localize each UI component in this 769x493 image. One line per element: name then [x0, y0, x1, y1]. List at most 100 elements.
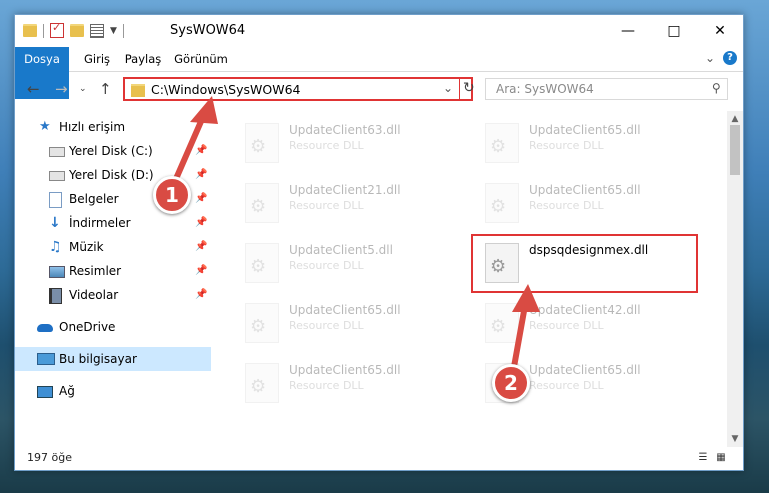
file-name: UpdateClient65.dll — [289, 363, 401, 377]
address-path: C:\Windows\SysWOW64 — [151, 82, 301, 97]
large-icons-view-icon[interactable]: ▦ — [715, 452, 727, 464]
gear-icon: ⚙ — [250, 316, 267, 337]
file-name: UpdateClient5.dll — [289, 243, 393, 257]
address-bar-row: ← → ⌄ ↑ C:\Windows\SysWOW64 ⌄ ↻ Ara: Sys… — [15, 72, 743, 108]
file-name: UpdateClient65.dll — [289, 303, 401, 317]
nav-onedrive[interactable]: OneDrive — [15, 315, 211, 339]
dll-file-icon: ⚙ — [485, 123, 519, 163]
list-item[interactable]: ⚙ UpdateClient65.dll Resource DLL — [477, 179, 717, 231]
pin-icon[interactable]: 📌 — [195, 139, 207, 163]
pin-icon[interactable]: 📌 — [195, 211, 207, 235]
tab-home[interactable]: Giriş — [77, 47, 117, 71]
ribbon-tabs: Dosya Giriş Paylaş Görünüm ⌄ ? — [15, 47, 743, 99]
dll-file-icon: ⚙ — [245, 363, 279, 403]
up-arrow-icon[interactable]: ↑ — [99, 80, 112, 98]
address-field[interactable]: C:\Windows\SysWOW64 ⌄ ↻ — [123, 77, 475, 101]
folder-icon — [131, 84, 145, 97]
list-item[interactable]: ⚙ UpdateClient21.dll Resource DLL — [237, 179, 477, 231]
gear-icon: ⚙ — [250, 196, 267, 217]
divider — [459, 79, 460, 99]
search-input[interactable]: Ara: SysWOW64 ⚲ — [485, 78, 728, 100]
maximize-button[interactable]: □ — [651, 15, 697, 47]
pin-icon[interactable]: 📌 — [195, 259, 207, 283]
close-button[interactable]: ✕ — [697, 15, 743, 47]
network-icon — [37, 386, 53, 398]
expand-ribbon-icon[interactable]: ⌄ — [705, 51, 715, 65]
list-item[interactable]: ⚙ UpdateClient63.dll Resource DLL — [237, 119, 477, 171]
list-item[interactable]: ⚙ UpdateClient65.dll Resource DLL — [477, 119, 717, 171]
file-type: Resource DLL — [529, 139, 604, 152]
pin-icon[interactable]: 📌 — [195, 187, 207, 211]
file-type: Resource DLL — [289, 319, 364, 332]
window-title: SysWOW64 — [170, 23, 246, 38]
folder-icon — [23, 24, 37, 37]
nav-pictures[interactable]: Resimler 📌 — [15, 259, 211, 283]
nav-videos[interactable]: Videolar 📌 — [15, 283, 211, 307]
nav-quick-access[interactable]: ★ Hızlı erişim — [15, 115, 211, 139]
details-view-icon[interactable]: ☰ — [697, 452, 709, 464]
nav-label: Belgeler — [69, 192, 119, 206]
list-item[interactable]: ⚙ UpdateClient5.dll Resource DLL — [237, 239, 477, 291]
nav-music[interactable]: ♫ Müzik 📌 — [15, 235, 211, 259]
nav-network[interactable]: Ağ — [15, 379, 211, 403]
explorer-window: ▼ SysWOW64 — □ ✕ Dosya Giriş Paylaş Görü… — [14, 14, 744, 471]
title-bar: ▼ SysWOW64 — □ ✕ — [15, 15, 743, 47]
nav-label: OneDrive — [59, 320, 116, 334]
customize-dropdown-icon[interactable]: ▼ — [110, 26, 117, 36]
back-arrow-icon[interactable]: ← — [27, 80, 40, 98]
quick-access-toolbar: ▼ — [23, 21, 124, 38]
gear-icon: ⚙ — [250, 256, 267, 277]
vertical-scrollbar[interactable]: ▲ ▼ — [727, 111, 743, 447]
tab-view[interactable]: Görünüm — [171, 47, 231, 71]
tab-share[interactable]: Paylaş — [119, 47, 167, 71]
chevron-down-icon[interactable]: ⌄ — [443, 81, 453, 95]
properties-check-icon[interactable] — [50, 21, 64, 38]
gear-icon: ⚙ — [490, 196, 507, 217]
list-item[interactable]: ⚙ UpdateClient42.dll Resource DLL — [477, 299, 717, 351]
dll-file-icon: ⚙ — [485, 303, 519, 343]
pin-icon[interactable]: 📌 — [195, 235, 207, 259]
pin-icon[interactable]: 📌 — [195, 163, 207, 187]
dll-file-icon: ⚙ — [245, 243, 279, 283]
list-item[interactable]: ⚙ UpdateClient65.dll Resource DLL — [237, 299, 477, 351]
dll-file-icon: ⚙ — [245, 303, 279, 343]
minimize-button[interactable]: — — [605, 15, 651, 47]
forward-arrow-icon[interactable]: → — [55, 80, 68, 98]
file-type: Resource DLL — [289, 379, 364, 392]
file-type: Resource DLL — [529, 199, 604, 212]
download-icon: ↓ — [49, 215, 61, 231]
navigation-pane: ★ Hızlı erişim Yerel Disk (C:) 📌 Yerel D… — [15, 111, 211, 447]
drive-icon — [49, 171, 65, 181]
recent-locations-icon[interactable]: ⌄ — [79, 84, 87, 94]
gear-icon: ⚙ — [490, 136, 507, 157]
divider — [43, 23, 44, 38]
item-count: 197 öğe — [27, 451, 72, 464]
scrollbar-thumb[interactable] — [730, 125, 740, 175]
search-placeholder: Ara: SysWOW64 — [496, 82, 594, 96]
file-name: UpdateClient21.dll — [289, 183, 401, 197]
cloud-icon — [37, 324, 53, 332]
file-type: Resource DLL — [289, 199, 364, 212]
new-folder-icon[interactable] — [70, 24, 84, 37]
nav-label: İndirmeler — [69, 216, 131, 230]
music-icon: ♫ — [49, 239, 62, 255]
list-item[interactable]: ⚙ UpdateClient65.dll Resource DLL — [237, 359, 477, 411]
gear-icon: ⚙ — [250, 136, 267, 157]
nav-label: Yerel Disk (D:) — [69, 168, 154, 182]
dll-file-icon: ⚙ — [245, 183, 279, 223]
help-icon[interactable]: ? — [723, 51, 737, 65]
file-name: UpdateClient65.dll — [529, 183, 641, 197]
nav-drive-c[interactable]: Yerel Disk (C:) 📌 — [15, 139, 211, 163]
properties-icon[interactable] — [90, 23, 104, 38]
dll-file-icon: ⚙ — [485, 183, 519, 223]
nav-this-pc[interactable]: Bu bilgisayar — [15, 347, 211, 371]
file-name: UpdateClient65.dll — [529, 123, 641, 137]
scroll-down-icon[interactable]: ▼ — [727, 431, 743, 447]
pin-icon[interactable]: 📌 — [195, 283, 207, 307]
refresh-icon[interactable]: ↻ — [463, 80, 475, 96]
file-type: Resource DLL — [289, 259, 364, 272]
nav-downloads[interactable]: ↓ İndirmeler 📌 — [15, 211, 211, 235]
step-callout-2: 2 — [492, 364, 530, 402]
nav-label: Hızlı erişim — [59, 120, 126, 134]
gear-icon: ⚙ — [490, 316, 507, 337]
